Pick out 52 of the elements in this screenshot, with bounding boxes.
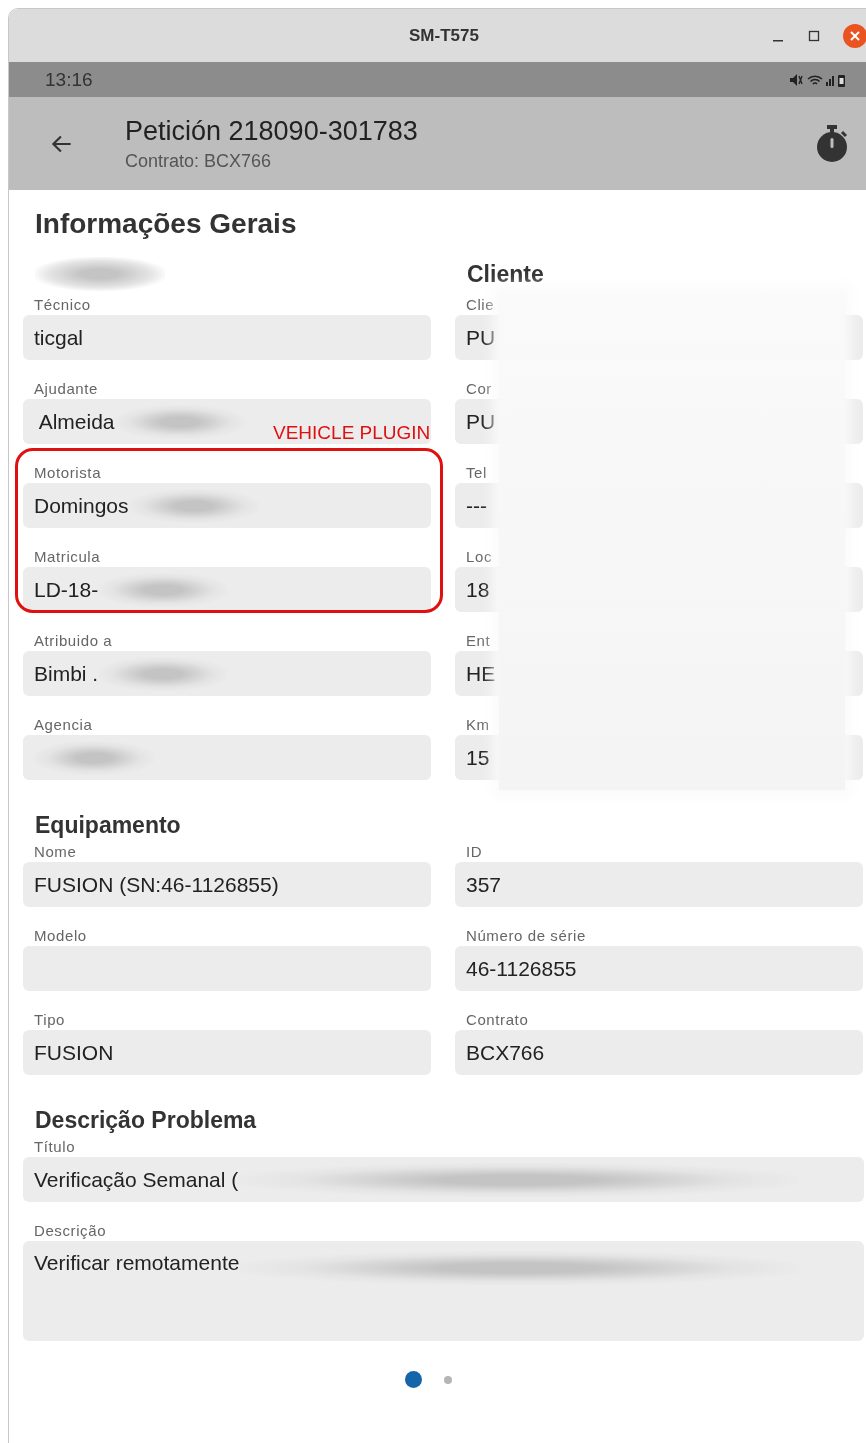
field-value: LD-18- xyxy=(34,577,99,602)
field-label: Ajudante xyxy=(34,380,100,397)
field-label: Agencia xyxy=(34,716,94,733)
field-label: Técnico xyxy=(34,296,92,313)
field-label: Loc xyxy=(466,548,493,565)
field-value: 46-1126855 xyxy=(466,956,577,981)
field-label: Modelo xyxy=(34,927,88,944)
annotation-label: VEHICLE PLUGIN xyxy=(273,422,431,444)
field-label: Descrição xyxy=(34,1222,108,1239)
field-value: Domingos xyxy=(34,493,129,518)
section-title: Informações Gerais xyxy=(35,208,298,240)
field-value: Verificação Semanal ( xyxy=(34,1167,239,1192)
section-title: Descrição Problema xyxy=(35,1107,258,1134)
field-value: FUSION (SN:46-1126855) xyxy=(34,872,279,897)
maximize-icon[interactable] xyxy=(807,29,821,43)
field-label: Atribuido a xyxy=(34,632,114,649)
field-value: FUSION xyxy=(34,1040,114,1065)
field-value: Bimbi . xyxy=(34,661,99,686)
field-label: Motorista xyxy=(34,464,103,481)
field-value: 18 xyxy=(466,577,490,602)
stopwatch-icon[interactable] xyxy=(815,124,849,163)
field-label: Km xyxy=(466,716,491,733)
column-heading: Cliente xyxy=(467,260,544,288)
field-value: ticgal xyxy=(34,325,84,350)
field-label: Tel xyxy=(466,464,488,481)
field-label: ID xyxy=(466,843,484,860)
field-value: BCX766 xyxy=(466,1040,545,1065)
field-label: Título xyxy=(34,1138,77,1155)
page-dot[interactable] xyxy=(405,1371,422,1388)
field-label: Clie xyxy=(466,296,496,313)
field-label: Cor xyxy=(466,380,493,397)
page-dot[interactable] xyxy=(444,1375,452,1384)
page-title: Petición 218090-301783 xyxy=(125,115,419,147)
status-time: 13:16 xyxy=(45,68,93,91)
field-label: Matricula xyxy=(34,548,102,565)
field-value: PU xyxy=(466,325,496,350)
field-label: Nome xyxy=(34,843,78,860)
field-value: 357 xyxy=(466,872,502,897)
field-label: Número de série xyxy=(466,927,587,944)
field-value: Verificar remotamente xyxy=(34,1251,240,1275)
field-label: Ent xyxy=(466,632,492,649)
field-label: Contrato xyxy=(466,1011,530,1028)
window-title: SM-T575 xyxy=(409,25,479,46)
field-value: PU xyxy=(466,409,496,434)
field-value: HE xyxy=(466,661,496,686)
field-value: --- xyxy=(466,493,487,518)
field-value: 15 xyxy=(466,745,490,770)
field-label: Tipo xyxy=(34,1011,67,1028)
section-title: Equipamento xyxy=(35,812,182,839)
close-icon[interactable] xyxy=(843,24,866,48)
page-subtitle: Contrato: BCX766 xyxy=(125,150,273,172)
field-value: Almeida xyxy=(37,409,115,434)
